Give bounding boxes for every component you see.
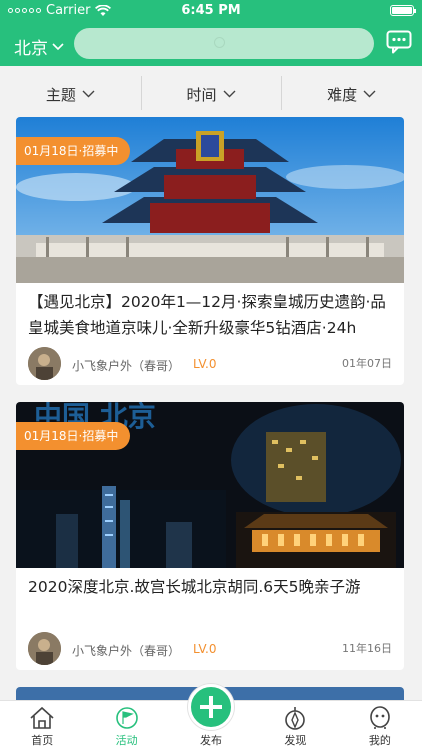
- recruiting-badge: 01月18日·招募中: [16, 422, 131, 450]
- battery-icon: [390, 5, 416, 16]
- user-level: LV.0: [193, 642, 217, 656]
- filter-difficulty-label: 难度: [327, 85, 358, 104]
- filter-difficulty[interactable]: 难度: [281, 76, 422, 112]
- tab-activity[interactable]: 活动: [84, 701, 168, 750]
- tab-home[interactable]: 首页: [0, 701, 84, 750]
- activity-photo-beijing-night: 中国 北京 01月18日·招募中: [16, 402, 404, 568]
- profile-icon: [370, 706, 390, 729]
- card-footer: 小飞象户外（春哥） LV.0 01年07日: [16, 345, 404, 385]
- filter-bar: 主题 时间 难度: [0, 76, 422, 112]
- tab-activity-label: 活动: [115, 734, 138, 747]
- tab-publish-label: 发布: [200, 734, 223, 747]
- author-name[interactable]: 小飞象户外（春哥）: [72, 642, 180, 659]
- tab-mine[interactable]: 我的: [338, 701, 422, 750]
- tab-home-label: 首页: [31, 734, 54, 747]
- tab-mine-label: 我的: [368, 734, 391, 747]
- recruiting-badge: 01月18日·招募中: [16, 137, 131, 165]
- avatar[interactable]: [28, 632, 61, 665]
- activity-list[interactable]: 01月18日·招募中 【遇见北京】2020年1—12月·探索皇城历史遗韵·品皇城…: [0, 117, 422, 700]
- post-date: 11年16日: [342, 642, 392, 655]
- chevron-down-icon: [82, 90, 95, 98]
- user-level: LV.0: [193, 357, 217, 371]
- app-header: Carrier 6:45 PM 北京: [0, 0, 422, 66]
- filter-theme[interactable]: 主题: [0, 76, 141, 112]
- clock: 6:45 PM: [181, 3, 241, 18]
- tab-bar: 首页 活动 发布 发现 我的: [0, 684, 422, 750]
- filter-time-label: 时间: [186, 85, 217, 104]
- card-footer: 小飞象户外（春哥） LV.0 11年16日: [16, 630, 404, 670]
- tab-publish[interactable]: 发布: [169, 684, 253, 750]
- compass-icon: [285, 707, 306, 730]
- activity-card[interactable]: 中国 北京 01月18日·招募中 2020深度北京.故宫长城北京胡同.6天5晚亲…: [16, 402, 404, 670]
- search-icon: [214, 37, 225, 48]
- author-name[interactable]: 小飞象户外（春哥）: [72, 357, 180, 374]
- chevron-down-icon: [52, 42, 64, 50]
- publish-button[interactable]: [188, 684, 235, 730]
- chevron-down-icon: [363, 90, 376, 98]
- activity-title[interactable]: 2020深度北京.故宫长城北京胡同.6天5晚亲子游: [16, 568, 404, 630]
- plus-icon: [200, 696, 223, 718]
- activity-photo-temple-of-heaven: 01月18日·招募中: [16, 117, 404, 283]
- activity-title[interactable]: 【遇见北京】2020年1—12月·探索皇城历史遗韵·品皇城美食地道京味儿·全新升…: [16, 283, 404, 345]
- filter-time[interactable]: 时间: [140, 76, 282, 112]
- avatar[interactable]: [28, 347, 61, 380]
- city-selector[interactable]: 北京: [14, 34, 64, 59]
- post-date: 01年07日: [342, 357, 392, 370]
- tab-discover-label: 发现: [284, 734, 307, 747]
- search-input[interactable]: [74, 28, 374, 59]
- filter-theme-label: 主题: [45, 85, 76, 104]
- activity-card[interactable]: 01月18日·招募中 【遇见北京】2020年1—12月·探索皇城历史遗韵·品皇城…: [16, 117, 404, 385]
- chevron-down-icon: [223, 90, 236, 98]
- home-icon: [30, 706, 54, 729]
- message-icon[interactable]: [386, 30, 412, 54]
- status-bar: Carrier 6:45 PM: [0, 0, 422, 22]
- tab-discover[interactable]: 发现: [253, 701, 337, 750]
- flag-icon: [115, 707, 138, 729]
- city-label: 北京: [14, 39, 48, 59]
